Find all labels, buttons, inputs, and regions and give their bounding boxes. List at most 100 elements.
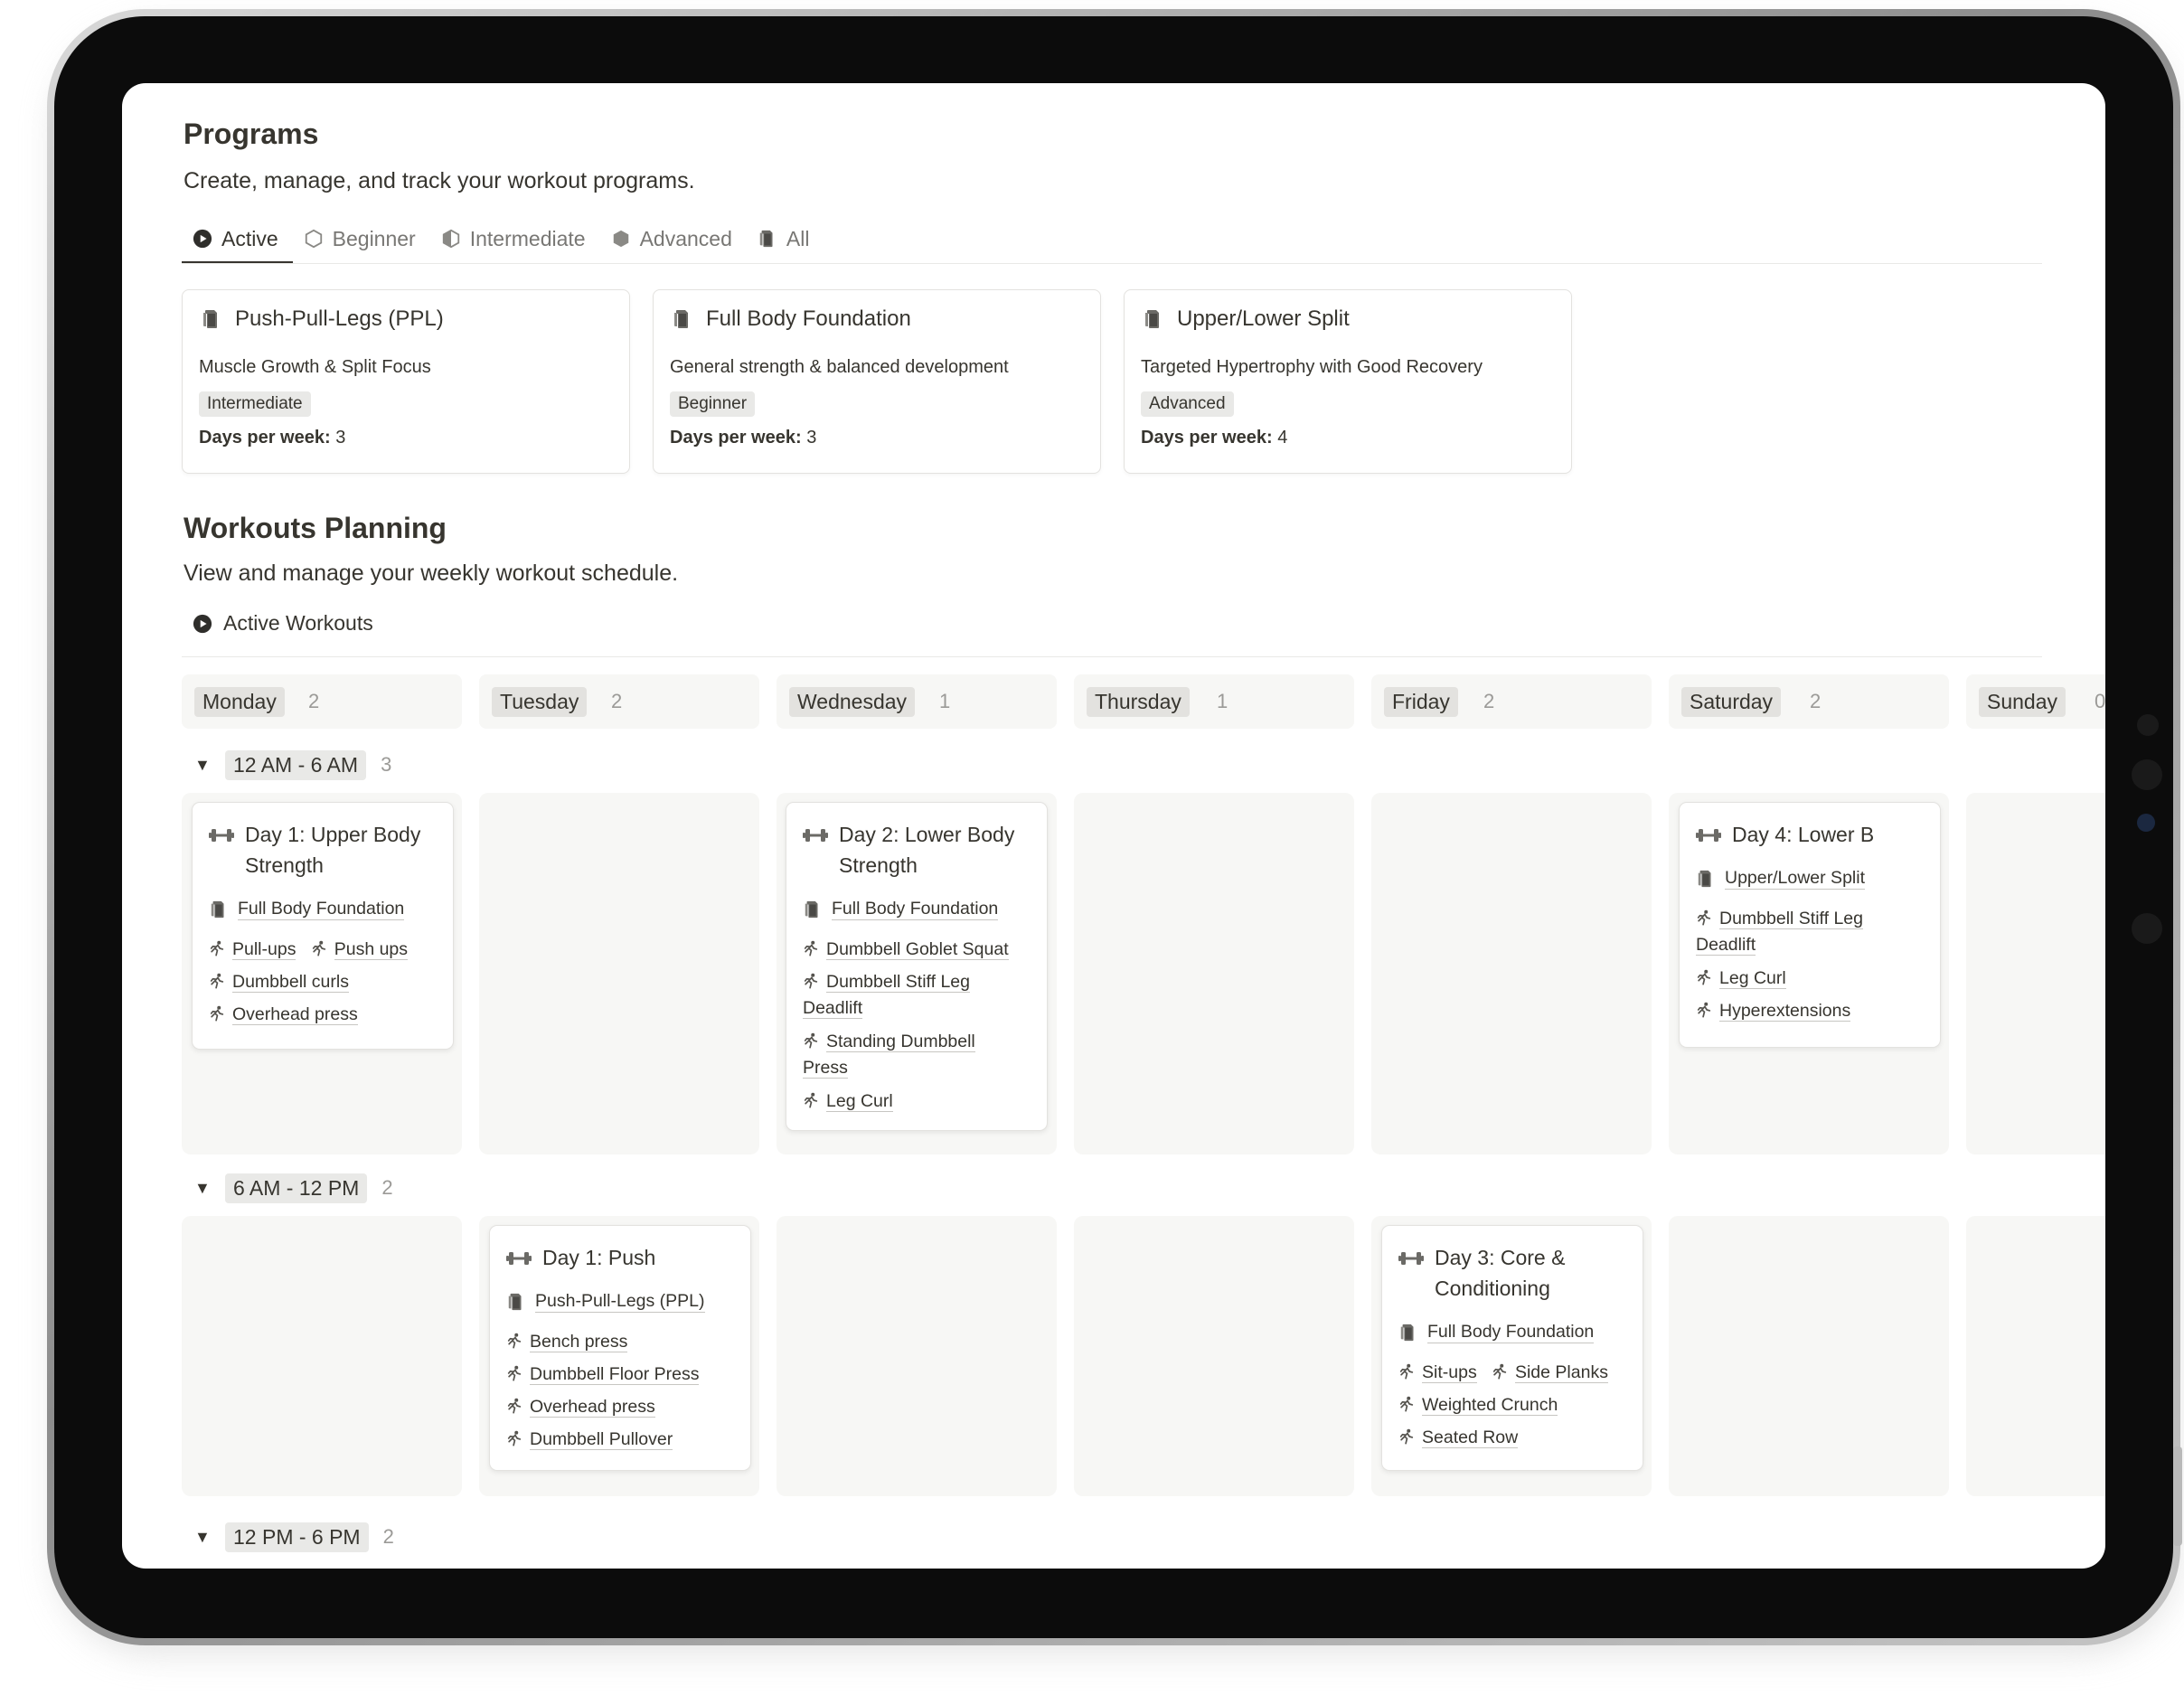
exercise-link[interactable]: Seated Row (1398, 1425, 1630, 1451)
exercise-name: Leg Curl (826, 1091, 893, 1112)
workout-card[interactable]: Day 1: Push Push-Pull-Legs (PPL) Bench p… (489, 1225, 751, 1471)
board-cell[interactable] (777, 1216, 1057, 1496)
exercise-link[interactable]: Hyperextensions (1696, 998, 1927, 1024)
tab-all[interactable]: All (747, 217, 824, 260)
exercise-link[interactable]: Dumbbell Goblet Squat (803, 937, 1034, 963)
group-header[interactable]: ▼ 6 AM - 12 PM 2 (194, 1170, 393, 1206)
workout-title: Day 4: Lower B (1696, 819, 1929, 850)
caret-down-icon[interactable]: ▼ (194, 1528, 211, 1547)
exercise-name: Dumbbell curls (232, 972, 349, 993)
exercise-name: Seated Row (1422, 1427, 1519, 1448)
program-title: Push-Pull-Legs (PPL) (235, 306, 444, 331)
pages-icon (672, 308, 693, 330)
exercise-link[interactable]: Dumbbell Floor Press (506, 1362, 738, 1388)
workout-title: Day 1: Upper Body Strength (209, 819, 442, 881)
board-cell[interactable] (479, 793, 759, 1154)
group-header[interactable]: ▼ 12 AM - 6 AM 3 (194, 747, 391, 783)
level-tag: Beginner (670, 391, 756, 417)
board-cell[interactable] (1074, 793, 1354, 1154)
exercise-link[interactable]: Weighted Crunch (1398, 1392, 1630, 1418)
dumbbell-icon (1398, 1251, 1424, 1266)
exercise-link[interactable]: Dumbbell Pullover (506, 1427, 738, 1453)
runner-icon (1696, 909, 1712, 926)
exercise-link[interactable]: Overhead press (506, 1394, 738, 1420)
exercise-link[interactable]: Dumbbell Stiff Leg Deadlift (803, 969, 1034, 1022)
column-wednesday[interactable]: Wednesday 1 (777, 674, 1057, 729)
exercise-link[interactable]: Overhead press (209, 1002, 440, 1028)
runner-icon (209, 1005, 225, 1022)
runner-icon (506, 1333, 522, 1349)
level-tag: Intermediate (199, 391, 311, 417)
exercise-link[interactable]: Leg Curl (803, 1088, 1034, 1115)
divider (182, 656, 2042, 657)
caret-down-icon[interactable]: ▼ (194, 1179, 211, 1198)
exercise-link[interactable]: Pull-ups (209, 939, 297, 960)
pages-icon (1398, 1323, 1418, 1343)
program-card[interactable]: Full Body Foundation General strength & … (653, 289, 1101, 474)
workout-title: Day 1: Push (506, 1242, 739, 1273)
runner-icon (1696, 1002, 1712, 1018)
runner-icon (803, 1092, 819, 1108)
exercise-name: Hyperextensions (1719, 1001, 1851, 1022)
day-count: 2 (1483, 690, 1495, 712)
board-cell[interactable] (1966, 1216, 2105, 1496)
days-per-week: Days per week: 4 (1141, 428, 1287, 448)
exercise-link[interactable]: Standing Dumbbell Press (803, 1029, 1034, 1081)
group-label: 12 PM - 6 PM (225, 1522, 369, 1552)
tab-intermediate[interactable]: Intermediate (430, 217, 600, 260)
column-saturday[interactable]: Saturday 2 (1669, 674, 1949, 729)
column-friday[interactable]: Friday 2 (1371, 674, 1652, 729)
column-tuesday[interactable]: Tuesday 2 (479, 674, 759, 729)
days-per-week: Days per week: 3 (670, 428, 816, 448)
program-card[interactable]: Push-Pull-Legs (PPL) Muscle Growth & Spl… (182, 289, 630, 474)
workout-card[interactable]: Day 1: Upper Body Strength Full Body Fou… (192, 802, 454, 1050)
program-link[interactable]: Full Body Foundation (1398, 1322, 1595, 1343)
title-line: Strength (839, 853, 918, 877)
program-description: Muscle Growth & Split Focus (199, 357, 431, 377)
caret-down-icon[interactable]: ▼ (194, 756, 211, 775)
exercise-link[interactable]: Dumbbell curls (209, 969, 440, 995)
view-active-workouts[interactable]: Active Workouts (193, 611, 373, 636)
column-sunday[interactable]: Sunday 0 (1966, 674, 2105, 729)
column-monday[interactable]: Monday 2 (182, 674, 462, 729)
board-cell[interactable] (1074, 1216, 1354, 1496)
workout-card[interactable]: Day 4: Lower B Upper/Lower Split Dumbbel… (1679, 802, 1941, 1048)
board-cell[interactable] (1371, 793, 1652, 1154)
exercise-link[interactable]: Side Planks (1492, 1362, 1608, 1383)
camera-dot (2137, 714, 2159, 736)
exercise-name: Standing Dumbbell (826, 1032, 975, 1052)
tab-advanced[interactable]: Advanced (600, 217, 747, 260)
program-link[interactable]: Upper/Lower Split (1696, 868, 1865, 890)
workout-card[interactable]: Day 2: Lower Body Strength Full Body Fou… (786, 802, 1048, 1131)
day-count: 2 (1810, 690, 1822, 712)
tab-active[interactable]: Active (182, 217, 293, 264)
pages-icon (758, 229, 777, 249)
runner-icon (803, 1032, 819, 1049)
exercise-name: Weighted Crunch (1422, 1395, 1558, 1416)
exercise-link[interactable]: Leg Curl (1696, 966, 1927, 992)
exercise-link[interactable]: Sit-ups (1398, 1362, 1477, 1383)
sensor-dot (2137, 814, 2155, 832)
programs-subtitle: Create, manage, and track your workout p… (184, 168, 695, 193)
program-link[interactable]: Push-Pull-Legs (PPL) (506, 1291, 705, 1313)
days-value: 4 (1277, 428, 1288, 448)
program-link[interactable]: Full Body Foundation (209, 899, 405, 920)
board-cell[interactable] (182, 1216, 462, 1496)
program-link[interactable]: Full Body Foundation (803, 899, 999, 920)
program-title: Upper/Lower Split (1177, 306, 1350, 331)
group-header[interactable]: ▼ 12 PM - 6 PM 2 (194, 1519, 394, 1555)
board-cell[interactable] (1669, 1216, 1949, 1496)
board-cell[interactable] (1966, 793, 2105, 1154)
runner-icon (506, 1365, 522, 1381)
exercise-row: Pull-ups Push ups (209, 937, 440, 963)
exercise-link[interactable]: Dumbbell Stiff Leg Deadlift (1696, 906, 1927, 958)
tab-beginner[interactable]: Beginner (293, 217, 430, 260)
exercise-link[interactable]: Push ups (311, 939, 409, 960)
program-card[interactable]: Upper/Lower Split Targeted Hypertrophy w… (1124, 289, 1572, 474)
title-line: Day 3: Core & (1435, 1246, 1566, 1269)
exercise-name: Deadlift (1696, 935, 1756, 956)
program-name: Full Body Foundation (238, 899, 405, 920)
workout-card[interactable]: Day 3: Core & Conditioning Full Body Fou… (1381, 1225, 1643, 1471)
column-thursday[interactable]: Thursday 1 (1074, 674, 1354, 729)
exercise-link[interactable]: Bench press (506, 1329, 738, 1355)
